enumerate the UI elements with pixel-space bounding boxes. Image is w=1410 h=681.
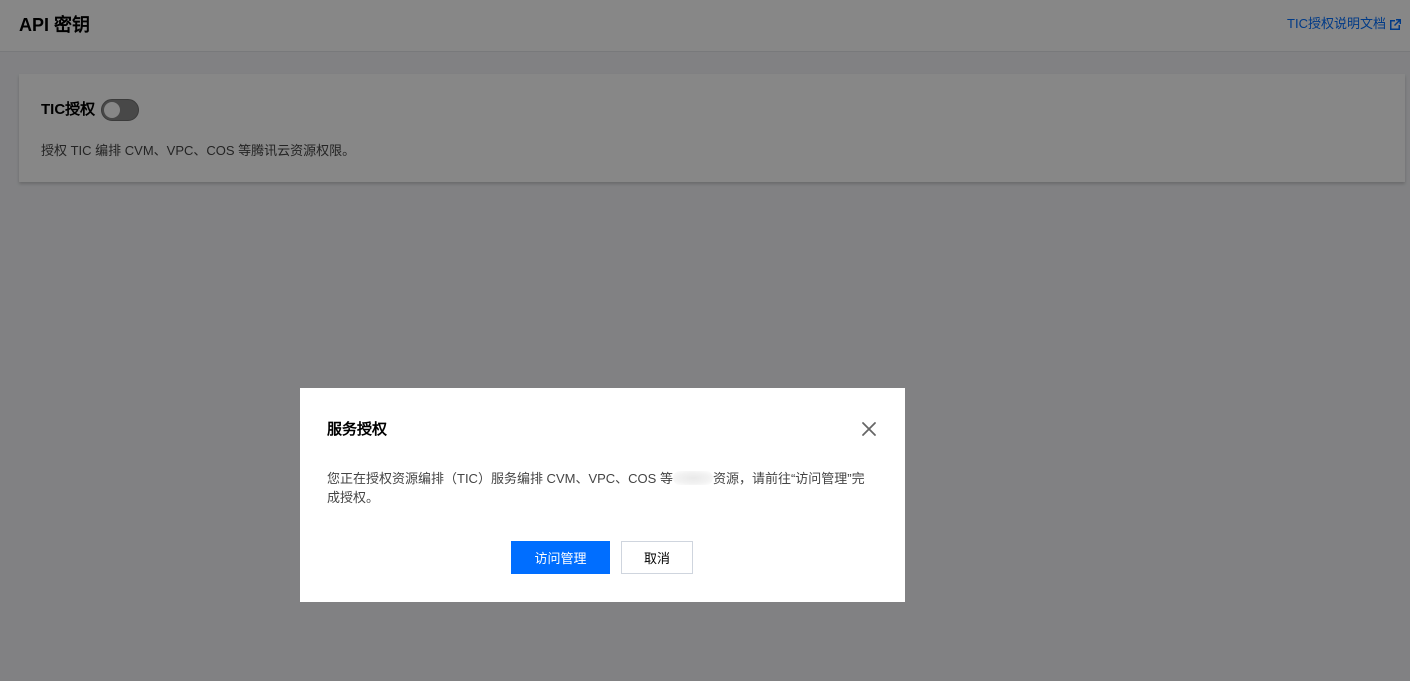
dialog-title: 服务授权 — [327, 421, 388, 438]
close-icon[interactable] — [861, 421, 877, 437]
page: API 密钥 TIC授权说明文档 TIC授权 授权 TIC 编排 CVM、VPC… — [0, 0, 1410, 681]
cancel-button[interactable]: 取消 — [621, 541, 693, 574]
service-auth-dialog: 服务授权 您正在授权资源编排（TIC）服务编排 CVM、VPC、COS 等资源，… — [300, 388, 905, 602]
dialog-message-part1: 您正在授权资源编排（TIC）服务编排 CVM、VPC、COS 等 — [327, 471, 673, 486]
access-management-button[interactable]: 访问管理 — [511, 541, 610, 574]
dialog-message: 您正在授权资源编排（TIC）服务编排 CVM、VPC、COS 等资源，请前往“访… — [327, 469, 877, 507]
redacted-text — [672, 471, 713, 485]
